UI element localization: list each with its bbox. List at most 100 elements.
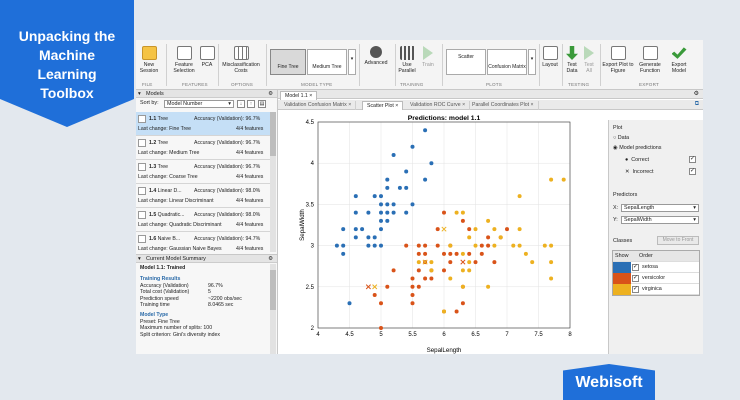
- new-session-icon: [141, 46, 157, 60]
- feature-selection-label: Feature Selection: [173, 62, 195, 74]
- feature-selection-button[interactable]: Feature Selection: [170, 46, 198, 74]
- pca-button[interactable]: PCA: [199, 46, 215, 68]
- y-predictor-value: SepalWidth: [624, 217, 652, 223]
- collapse-icon[interactable]: ▾: [138, 90, 141, 98]
- x-tick-label: 4.5: [345, 332, 354, 338]
- ribbon-divider: [600, 44, 601, 86]
- x-predictor-dropdown[interactable]: SepalLength ▾: [621, 204, 699, 212]
- model-features: 4/4 features: [236, 126, 264, 132]
- model-status-icon: [138, 139, 146, 147]
- scatter-plot-tile[interactable]: Scatter: [446, 49, 486, 75]
- model-gallery-expand[interactable]: ▾: [348, 49, 356, 75]
- data-point-setosa: [385, 185, 390, 190]
- model-list-item[interactable]: 1.6 Naive B... Accuracy (Validation): 94.…: [136, 232, 270, 252]
- data-point-versicolor: [410, 293, 415, 298]
- model-list-item[interactable]: 1.3 Tree Accuracy (Validation): 96.7% Last…: [136, 160, 270, 184]
- model-list-item[interactable]: 1.1 Tree Accuracy (Validation): 96.7% Last…: [136, 112, 270, 136]
- tab-parallel-coordinates-plot[interactable]: Parallel Coordinates Plot ×: [468, 101, 539, 110]
- layout-button[interactable]: Layout: [541, 46, 559, 68]
- download-arrow-icon: [566, 46, 578, 60]
- undock-icon[interactable]: ⧉: [695, 101, 699, 108]
- settings-icon[interactable]: ⚙: [694, 90, 699, 97]
- close-icon[interactable]: ×: [462, 102, 465, 108]
- plot-gallery-expand[interactable]: ▾: [528, 49, 536, 75]
- panel-options-icon[interactable]: ⚙: [268, 255, 273, 263]
- fine-tree-tile[interactable]: Fine Tree: [270, 49, 306, 75]
- sort-descending-button[interactable]: ↓: [237, 100, 245, 108]
- class-row[interactable]: ✓ setosa: [613, 262, 699, 273]
- scrollbar-thumb[interactable]: [270, 270, 276, 310]
- export-model-button[interactable]: Export Model: [667, 46, 691, 74]
- layout-icon: [542, 46, 558, 60]
- summary-body: Model 1.1: Trained Training Results Accu…: [136, 263, 277, 340]
- data-point-setosa: [372, 243, 377, 248]
- x-tick-label: 6: [442, 332, 446, 338]
- close-icon[interactable]: ×: [395, 103, 398, 109]
- class-show-checkbox[interactable]: ✓: [632, 264, 639, 271]
- test-all-button[interactable]: Test All: [582, 46, 596, 74]
- generate-function-button[interactable]: Generate Function: [635, 46, 665, 74]
- model-predictions-radio[interactable]: ◉ Model predictions: [613, 145, 661, 151]
- close-icon[interactable]: ×: [531, 102, 534, 108]
- trash-icon: ▤: [259, 101, 265, 107]
- x-tick-label: 5.5: [408, 332, 417, 338]
- incorrect-checkbox[interactable]: ✓: [689, 168, 696, 175]
- export-plot-button[interactable]: Export Plot to Figure: [602, 46, 634, 74]
- tab-scatter-plot[interactable]: Scatter Plot ×: [362, 101, 404, 110]
- advanced-button[interactable]: Advanced: [361, 46, 391, 66]
- classes-heading: Classes: [613, 238, 633, 244]
- train-button[interactable]: Train: [420, 46, 436, 68]
- misclassification-costs-button[interactable]: Misclassification Costs: [220, 46, 262, 74]
- radio-icon: ○: [613, 135, 617, 141]
- classes-table-header: Show Order: [613, 251, 699, 262]
- data-point-virginica: [473, 227, 478, 232]
- model-list-scrollbar[interactable]: [270, 112, 276, 252]
- y-tick-label: 2.5: [306, 285, 315, 291]
- summary-scrollbar[interactable]: [270, 264, 276, 354]
- data-point-versicolor: [423, 243, 428, 248]
- confusion-matrix-tile[interactable]: Confusion Matrix: [487, 49, 527, 75]
- close-icon[interactable]: ×: [309, 93, 312, 99]
- class-show-checkbox[interactable]: ✓: [632, 275, 639, 282]
- class-row[interactable]: ✓ versicolor: [613, 273, 699, 284]
- data-point-setosa: [391, 210, 396, 215]
- sort-ascending-button[interactable]: ↑: [247, 100, 255, 108]
- move-to-front-button[interactable]: Move to Front: [657, 236, 699, 245]
- tab-label: Parallel Coordinates Plot: [472, 102, 530, 108]
- class-show-checkbox[interactable]: ✓: [632, 286, 639, 293]
- data-point-setosa: [423, 177, 428, 182]
- medium-tree-tile[interactable]: Medium Tree: [307, 49, 347, 75]
- data-point-setosa: [353, 194, 358, 199]
- move-to-front-label: Move to Front: [662, 237, 694, 243]
- model-list-item[interactable]: 1.2 Tree Accuracy (Validation): 96.7% Last…: [136, 136, 270, 160]
- test-data-button[interactable]: Test Data: [564, 46, 580, 74]
- tab-validation-roc-curve[interactable]: Validation ROC Curve ×: [406, 101, 471, 110]
- y-predictor-dropdown[interactable]: SepalWidth ▾: [621, 216, 699, 224]
- model-list-item[interactable]: 1.5 Quadratic... Accuracy (Validation): 9…: [136, 208, 270, 232]
- data-point-setosa: [404, 169, 409, 174]
- data-point-versicolor: [505, 227, 509, 232]
- sort-label: Sort by:: [140, 100, 159, 106]
- data-point-versicolor: [423, 276, 428, 281]
- delete-model-button[interactable]: ▤: [258, 100, 266, 108]
- data-point-setosa: [379, 227, 383, 232]
- scrollbar-thumb[interactable]: [270, 112, 276, 156]
- use-parallel-button[interactable]: Use Parallel: [396, 46, 418, 74]
- new-session-button[interactable]: New Session: [138, 46, 160, 74]
- correct-checkbox[interactable]: ✓: [689, 156, 696, 163]
- tab-model-1-1[interactable]: Model 1.1 ×: [280, 91, 318, 100]
- tab-validation-confusion-matrix[interactable]: Validation Confusion Matrix ×: [280, 101, 357, 110]
- data-point-versicolor: [473, 260, 478, 265]
- data-radio[interactable]: ○ Data: [613, 135, 629, 141]
- close-icon[interactable]: ×: [348, 102, 351, 108]
- data-point-virginica: [498, 235, 503, 240]
- sort-dropdown[interactable]: Model Number ▾: [164, 100, 234, 108]
- collapse-icon[interactable]: ▾: [138, 255, 141, 263]
- current-model-summary-panel: ▾ Current Model Summary ⚙ Model 1.1: Tra…: [136, 254, 278, 354]
- model-last-change: Last change: Fine Tree: [138, 126, 192, 132]
- data-point-setosa: [423, 128, 428, 133]
- model-list-item[interactable]: 1.4 Linear D... Accuracy (Validation): 98…: [136, 184, 270, 208]
- class-row[interactable]: ✓ virginica: [613, 284, 699, 295]
- panel-options-icon[interactable]: ⚙: [268, 90, 273, 98]
- data-point-versicolor: [379, 326, 383, 330]
